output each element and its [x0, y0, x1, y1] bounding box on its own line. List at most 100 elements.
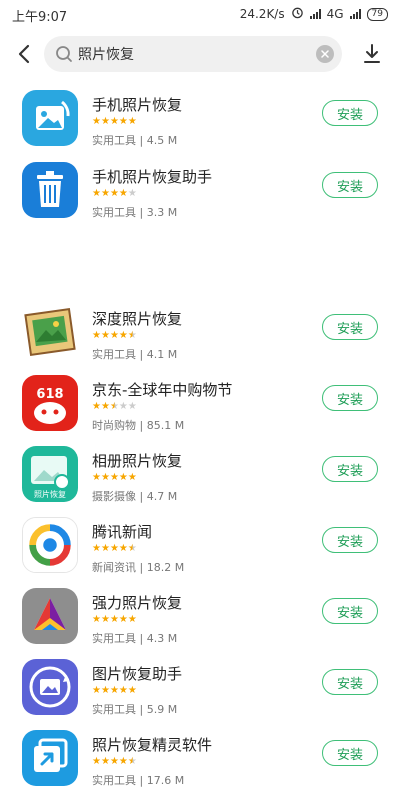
- star-icon: ★: [100, 472, 110, 483]
- jd-logo-icon: 618: [22, 375, 78, 431]
- status-bar: 上午9:07 24.2K/s 4G 79: [0, 0, 400, 28]
- app-name: 相册照片恢复: [92, 452, 183, 470]
- app-name: 深度照片恢复: [92, 310, 183, 328]
- jd-icon-text: 618: [36, 387, 63, 402]
- rating-stars: ★★★★★: [92, 117, 137, 127]
- star-icon: ★: [100, 116, 110, 127]
- star-icon: ★: [109, 756, 119, 767]
- star-icon: ★: [109, 116, 119, 127]
- star-icon: ★: [109, 188, 119, 199]
- install-button[interactable]: 安装: [322, 100, 378, 126]
- star-icon: ★: [92, 685, 101, 696]
- list-item[interactable]: 腾讯新闻 ★★★★★ 新闻资讯 | 18.2 M 安装: [0, 513, 400, 577]
- app-meta: 实用工具 | 4.1 M: [92, 348, 178, 361]
- install-button[interactable]: 安装: [322, 669, 378, 695]
- tencent-news-icon: [22, 517, 78, 573]
- rating-stars: ★★★★★: [92, 402, 137, 412]
- rating-stars: ★★★★★: [92, 189, 137, 199]
- star-icon: ★: [92, 543, 101, 554]
- signal-icon: [349, 9, 361, 19]
- download-icon: [364, 44, 380, 63]
- star-icon: ★: [127, 543, 137, 554]
- star-icon: ★: [109, 685, 119, 696]
- star-icon: ★: [127, 614, 137, 625]
- star-icon: ★: [118, 401, 128, 412]
- status-indicators: 24.2K/s 4G 79: [240, 6, 388, 22]
- install-button[interactable]: 安装: [322, 385, 378, 411]
- star-icon: ★: [118, 543, 128, 554]
- list-item[interactable]: 618 京东-全球年中购物节 ★★★★★ 时尚购物 | 85.1 M 安装: [0, 371, 400, 435]
- star-icon: ★: [127, 188, 137, 199]
- star-icon: ★: [92, 614, 101, 625]
- star-icon: ★: [92, 472, 101, 483]
- star-icon: ★: [118, 116, 128, 127]
- alarm-icon: [291, 6, 304, 22]
- list-item[interactable]: 照片恢复精灵软件 ★★★★★ 实用工具 | 17.6 M 安装: [0, 726, 400, 790]
- app-meta: 实用工具 | 17.6 M: [92, 774, 185, 787]
- list-item[interactable]: 深度照片恢复 ★★★★★ 实用工具 | 4.1 M 安装: [0, 300, 400, 364]
- rating-stars: ★★★★★: [92, 757, 137, 767]
- trash-icon: [22, 162, 78, 218]
- stamp-photo-icon: [22, 304, 78, 360]
- star-icon: ★: [127, 401, 137, 412]
- app-name: 图片恢复助手: [92, 665, 183, 683]
- list-item[interactable]: 手机照片恢复助手 ★★★★★ 实用工具 | 3.3 M 安装: [0, 158, 400, 222]
- search-icon: [54, 44, 74, 64]
- app-name: 强力照片恢复: [92, 594, 183, 612]
- star-icon: ★: [92, 330, 101, 341]
- list-item[interactable]: 手机照片恢复 ★★★★★ 实用工具 | 4.5 M 安装: [0, 86, 400, 150]
- rating-stars: ★★★★★: [92, 615, 137, 625]
- app-meta: 新闻资讯 | 18.2 M: [92, 561, 185, 574]
- search-box[interactable]: [44, 36, 342, 72]
- rating-stars: ★★★★★: [92, 544, 137, 554]
- app-meta: 摄影摄像 | 4.7 M: [92, 490, 178, 503]
- status-time: 上午9:07: [12, 10, 68, 25]
- star-icon: ★: [127, 116, 137, 127]
- album-recovery-icon: 照片恢复: [22, 446, 78, 502]
- star-icon: ★: [100, 401, 110, 412]
- prism-icon: [22, 588, 78, 644]
- star-icon: ★: [100, 188, 110, 199]
- star-icon: ★: [118, 756, 128, 767]
- clear-search-button[interactable]: [316, 45, 334, 63]
- star-icon: ★: [127, 472, 137, 483]
- install-button[interactable]: 安装: [322, 527, 378, 553]
- app-name: 腾讯新闻: [92, 523, 153, 541]
- back-button[interactable]: [10, 40, 38, 68]
- photo-wizard-icon: [22, 730, 78, 786]
- star-icon: ★: [127, 685, 137, 696]
- star-icon: ★: [127, 756, 137, 767]
- image-restore-icon: [22, 659, 78, 715]
- list-item[interactable]: 图片恢复助手 ★★★★★ 实用工具 | 5.9 M 安装: [0, 655, 400, 719]
- install-button[interactable]: 安装: [322, 172, 378, 198]
- app-meta: 实用工具 | 5.9 M: [92, 703, 178, 716]
- star-icon: ★: [92, 116, 101, 127]
- star-icon: ★: [109, 472, 119, 483]
- signal-icon: [309, 9, 321, 19]
- search-input[interactable]: [78, 43, 308, 65]
- battery-icon: 79: [366, 7, 388, 21]
- star-icon: ★: [109, 614, 119, 625]
- download-button[interactable]: [358, 40, 386, 68]
- star-icon: ★: [118, 685, 128, 696]
- network-speed: 24.2K/s: [239, 7, 285, 21]
- install-button[interactable]: 安装: [322, 456, 378, 482]
- install-button[interactable]: 安装: [322, 314, 378, 340]
- app-name: 手机照片恢复: [92, 96, 183, 114]
- star-icon: ★: [109, 401, 119, 412]
- clear-icon: [321, 50, 329, 58]
- rating-stars: ★★★★★: [92, 473, 137, 483]
- install-button[interactable]: 安装: [322, 740, 378, 766]
- app-meta: 实用工具 | 3.3 M: [92, 206, 178, 219]
- list-item[interactable]: 强力照片恢复 ★★★★★ 实用工具 | 4.3 M 安装: [0, 584, 400, 648]
- search-bar: [0, 28, 400, 82]
- star-icon: ★: [92, 188, 101, 199]
- star-icon: ★: [100, 330, 110, 341]
- app-name: 京东-全球年中购物节: [92, 381, 233, 399]
- list-item[interactable]: 照片恢复 相册照片恢复 ★★★★★ 摄影摄像 | 4.7 M 安装: [0, 442, 400, 506]
- star-icon: ★: [109, 543, 119, 554]
- star-icon: ★: [92, 401, 101, 412]
- back-icon: [18, 44, 30, 64]
- install-button[interactable]: 安装: [322, 598, 378, 624]
- rating-stars: ★★★★★: [92, 686, 137, 696]
